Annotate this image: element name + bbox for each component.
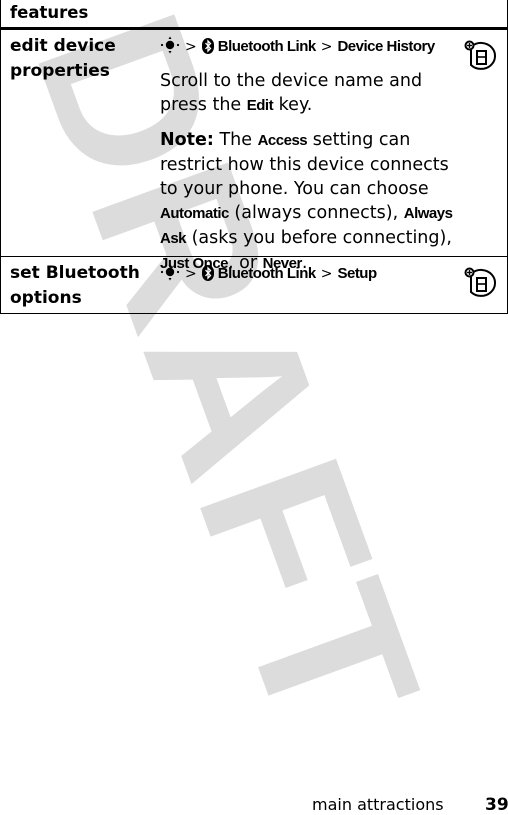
option-access: Access [257, 132, 308, 149]
footer-section-title: main attractions [312, 795, 444, 814]
path-separator: > [320, 266, 333, 282]
note-text: Note: The Access setting can restrict ho… [160, 128, 460, 276]
bluetooth-icon [201, 38, 214, 54]
table-row: edit device properties > Bluetooth Link >… [1, 30, 507, 273]
feature-name: edit device properties [10, 36, 116, 81]
note-label: Note: [160, 130, 214, 150]
instruction-text: Scroll to the device name and press the … [160, 69, 460, 118]
note-text-4: (asks you before connecting), [186, 228, 452, 248]
path-separator: > [185, 266, 197, 282]
key-edit: Edit [246, 97, 274, 114]
menu-item-bluetooth-link: Bluetooth Link [217, 265, 317, 282]
path-separator: > [185, 39, 197, 55]
features-table: features edit device properties > Blueto… [0, 0, 508, 314]
feature-name: set Bluetooth options [10, 263, 140, 308]
instruction-after: key. [273, 95, 313, 115]
bluetooth-icon [201, 265, 214, 281]
menu-item-device-history: Device History [337, 38, 435, 55]
menu-item-bluetooth-link: Bluetooth Link [217, 38, 317, 55]
table-header: features [1, 0, 507, 30]
feature-description: > Bluetooth Link > Setup [151, 257, 460, 313]
network-feature-icon [464, 267, 497, 297]
path-separator: > [320, 39, 333, 55]
menu-path: > Bluetooth Link > Setup [160, 263, 460, 284]
page-number: 39 [485, 795, 508, 815]
menu-path: > Bluetooth Link > Device History [160, 36, 460, 57]
table-row: set Bluetooth options > Bluetooth Link > S… [1, 256, 507, 313]
nav-key-icon [160, 263, 180, 281]
nav-key-icon [160, 36, 180, 54]
note-text-1: The [213, 130, 258, 150]
menu-item-setup: Setup [337, 265, 377, 282]
option-automatic: Automatic [160, 205, 229, 222]
network-feature-icon [464, 40, 497, 70]
note-text-3: (always connects), [228, 203, 404, 223]
feature-description: > Bluetooth Link > Device History Scroll t… [151, 30, 460, 273]
